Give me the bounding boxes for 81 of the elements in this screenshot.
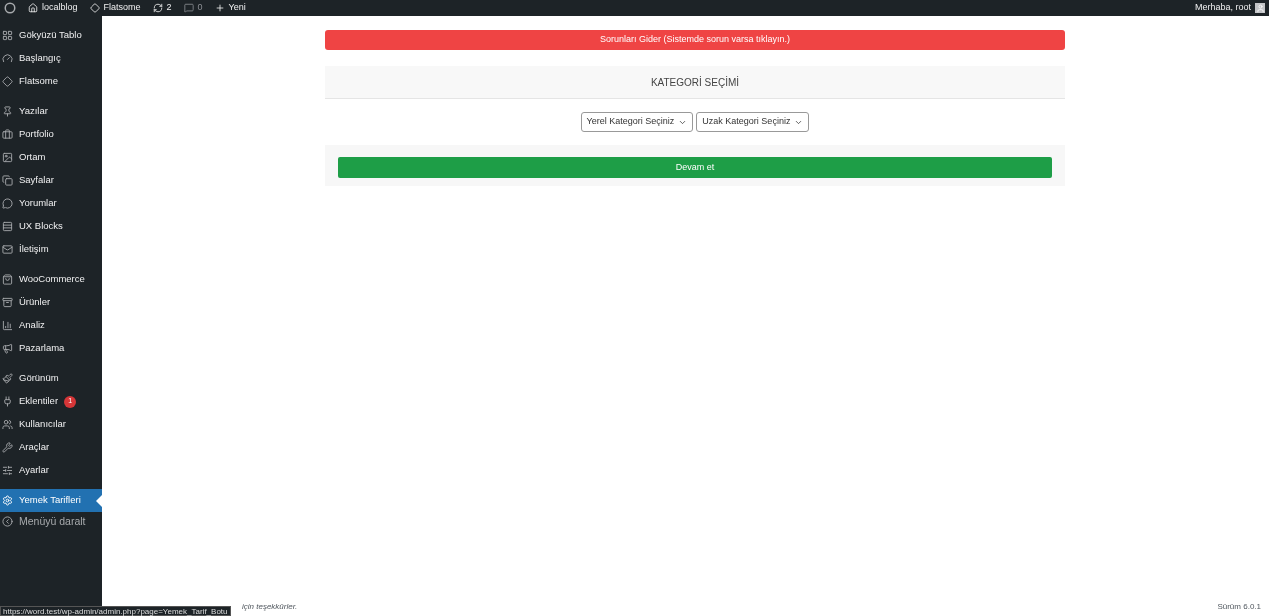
- menu-icon: [2, 129, 13, 140]
- menu-icon: [2, 373, 13, 384]
- menu-icon: [2, 76, 13, 87]
- menu-item[interactable]: İletişim: [0, 238, 102, 261]
- menu-item[interactable]: Kullanıcılar: [0, 413, 102, 436]
- menu-icon: [2, 244, 13, 255]
- troubleshoot-button[interactable]: Sorunları Gider (Sistemde sorun varsa tıklayın.): [325, 30, 1065, 50]
- menu-item[interactable]: Yazılar: [0, 100, 102, 123]
- greeting[interactable]: Merhaba, root: [1194, 1, 1251, 15]
- menu-label: Ayarlar: [19, 463, 49, 478]
- menu-item[interactable]: Başlangıç: [0, 47, 102, 70]
- menu-item[interactable]: Portfolio: [0, 123, 102, 146]
- menu-item[interactable]: Ortam: [0, 146, 102, 169]
- diamond-icon: [89, 3, 100, 13]
- menu-label: İletişim: [19, 242, 49, 257]
- new-link[interactable]: Yeni: [214, 1, 246, 15]
- menu-icon: [2, 198, 13, 209]
- menu-label: Ortam: [19, 150, 46, 165]
- theme-link[interactable]: Flatsome: [89, 1, 141, 15]
- comment-icon: [183, 3, 194, 13]
- menu-label: Görünüm: [19, 371, 59, 386]
- comments-link[interactable]: 0: [183, 1, 203, 15]
- menu-item[interactable]: Ayarlar: [0, 459, 102, 482]
- menu-label: Portfolio: [19, 127, 54, 142]
- menu-label: Yemek Tarifleri: [19, 493, 81, 508]
- menu-icon: [2, 30, 13, 41]
- menu-label: WooCommerce: [19, 272, 85, 287]
- menu-icon: [2, 396, 13, 407]
- collapse-icon: [2, 516, 13, 528]
- menu-item[interactable]: Görünüm: [0, 367, 102, 390]
- menu-item[interactable]: WooCommerce: [0, 268, 102, 291]
- menu-item[interactable]: Gökyüzü Tablo: [0, 24, 102, 47]
- category-select[interactable]: Yerel Kategori Seçiniz: [580, 112, 694, 132]
- menu-label: Yazılar: [19, 104, 48, 119]
- menu-icon: [2, 419, 13, 430]
- category-select[interactable]: Uzak Kategori Seçiniz: [696, 112, 810, 132]
- menu-label: Kullanıcılar: [19, 417, 66, 432]
- status-url-tooltip: https://word.test/wp-admin/admin.php?page=Yemek_Tarif_Botu: [0, 606, 231, 616]
- menu-label: Araçlar: [19, 440, 50, 455]
- menu-label: UX Blocks: [19, 219, 63, 234]
- refresh-icon: [152, 3, 163, 13]
- menu-label: Sayfalar: [19, 173, 54, 188]
- menu-icon: [2, 465, 13, 476]
- menu-item[interactable]: Pazarlama: [0, 337, 102, 360]
- menu-icon: [2, 175, 13, 186]
- updates-link[interactable]: 2: [152, 1, 172, 15]
- menu-label: Başlangıç: [19, 51, 61, 66]
- menu-item[interactable]: Yorumlar: [0, 192, 102, 215]
- menu-icon: [2, 442, 13, 453]
- menu-label: Analiz: [19, 318, 45, 333]
- menu-icon: [2, 343, 13, 354]
- menu-label: Yorumlar: [19, 196, 57, 211]
- plus-icon: [214, 3, 225, 13]
- menu-item[interactable]: Flatsome: [0, 70, 102, 93]
- menu-item[interactable]: Ürünler: [0, 291, 102, 314]
- wordpress-logo-icon[interactable]: [4, 2, 16, 14]
- site-link[interactable]: localblog: [28, 1, 78, 15]
- footer-thanks: için teşekkürler.: [242, 601, 298, 613]
- menu-item[interactable]: Sayfalar: [0, 169, 102, 192]
- current-arrow-icon: [96, 494, 102, 507]
- menu-icon: [2, 53, 13, 64]
- home-icon: [28, 3, 38, 13]
- menu-label: Gökyüzü Tablo: [19, 28, 82, 43]
- menu-item[interactable]: Araçlar: [0, 436, 102, 459]
- menu-label: Eklentiler: [19, 394, 59, 409]
- menu-icon: [2, 152, 13, 163]
- menu-label: Pazarlama: [19, 341, 65, 356]
- menu-item[interactable]: Analiz: [0, 314, 102, 337]
- menu-label: Ürünler: [19, 295, 51, 310]
- collapse-menu-button[interactable]: Menüyü daralt: [0, 514, 102, 530]
- menu-icon: [2, 495, 13, 506]
- menu-icon: [2, 297, 13, 308]
- menu-item[interactable]: UX Blocks: [0, 215, 102, 238]
- version-text: Sürüm 6.0.1: [1217, 601, 1261, 613]
- menu-icon: [2, 274, 13, 285]
- menu-icon: [2, 221, 13, 232]
- menu-item[interactable]: Yemek Tarifleri: [0, 489, 102, 512]
- panel-title: KATEGORİ SEÇİMİ: [650, 75, 740, 90]
- menu-label: Flatsome: [19, 74, 59, 89]
- menu-icon: [2, 320, 13, 331]
- menu-icon: [2, 106, 13, 117]
